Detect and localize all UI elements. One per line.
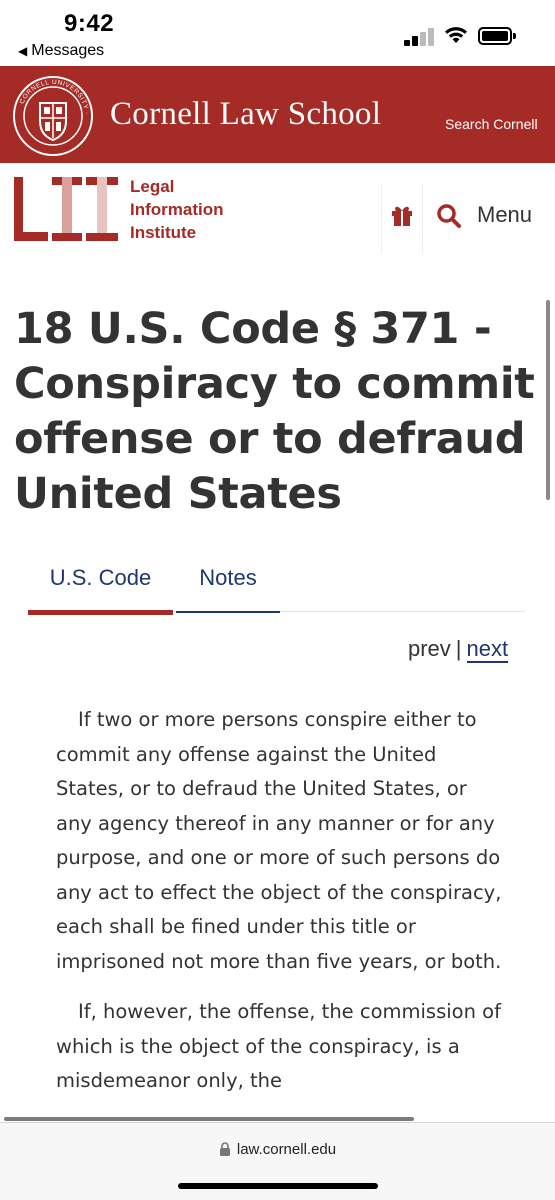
pager: prev | next: [408, 636, 509, 663]
lii-name-line: Information: [130, 200, 224, 219]
back-to-messages-button[interactable]: ◀ Messages: [18, 42, 104, 60]
prev-link[interactable]: prev: [408, 636, 451, 661]
url-field[interactable]: law.cornell.edu: [0, 1141, 555, 1158]
statute-text: If two or more persons conspire either t…: [56, 703, 506, 1115]
menu-button[interactable]: Menu: [477, 202, 532, 228]
lii-name-line: Legal: [130, 177, 175, 196]
signal-icon: [404, 26, 436, 46]
lii-name[interactable]: Legal Information Institute: [130, 175, 224, 244]
statute-paragraph: If two or more persons conspire either t…: [56, 708, 502, 973]
svg-text:CORNELL UNIVERSITY · FOUNDED A: CORNELL UNIVERSITY · FOUNDED A.D. 1865: [12, 75, 90, 115]
cornell-law-school-link[interactable]: Cornell Law School: [110, 96, 381, 133]
search-icon[interactable]: [436, 203, 462, 229]
seal-text: CORNELL UNIVERSITY · FOUNDED A.D. 1865: [12, 75, 89, 115]
wifi-icon: [445, 27, 467, 43]
page-title: 18 U.S. Code § 371 - Conspiracy to commi…: [14, 304, 535, 519]
lii-logo-icon[interactable]: [14, 177, 120, 241]
horizontal-scrollbar[interactable]: [4, 1117, 414, 1121]
mobile-screen: 9:42 ◀ Messages CORNELL UNIVERSITY · Cor…: [0, 0, 555, 1200]
back-arrow-icon: ◀: [18, 44, 28, 58]
browser-address-bar[interactable]: law.cornell.edu: [0, 1122, 555, 1200]
battery-icon: [478, 27, 516, 45]
next-link[interactable]: next: [466, 636, 509, 663]
back-label: Messages: [31, 42, 105, 59]
status-bar: 9:42 ◀ Messages: [0, 0, 555, 66]
home-indicator[interactable]: [178, 1183, 378, 1189]
url-text: law.cornell.edu: [236, 1141, 337, 1158]
vertical-scrollbar[interactable]: [546, 300, 550, 500]
donate-button[interactable]: [381, 183, 423, 253]
lii-header: Legal Information Institute Menu: [0, 163, 555, 273]
gift-icon: [392, 206, 412, 226]
lock-icon: [219, 1142, 230, 1156]
statute-paragraph: If, however, the offense, the commission…: [56, 1000, 501, 1092]
lii-name-line: Institute: [130, 223, 197, 242]
search-cornell-link[interactable]: Search Cornell: [445, 116, 538, 132]
pager-separator: |: [455, 636, 462, 661]
status-time: 9:42: [64, 10, 115, 37]
tab-us-code[interactable]: U.S. Code: [28, 560, 173, 615]
cornell-banner: CORNELL UNIVERSITY · FOUNDED A.D. 1865 C…: [0, 66, 555, 163]
cornell-seal-icon[interactable]: CORNELL UNIVERSITY · FOUNDED A.D. 1865: [12, 75, 94, 157]
section-tabs: U.S. Code Notes: [28, 560, 525, 615]
tab-notes[interactable]: Notes: [176, 560, 280, 613]
